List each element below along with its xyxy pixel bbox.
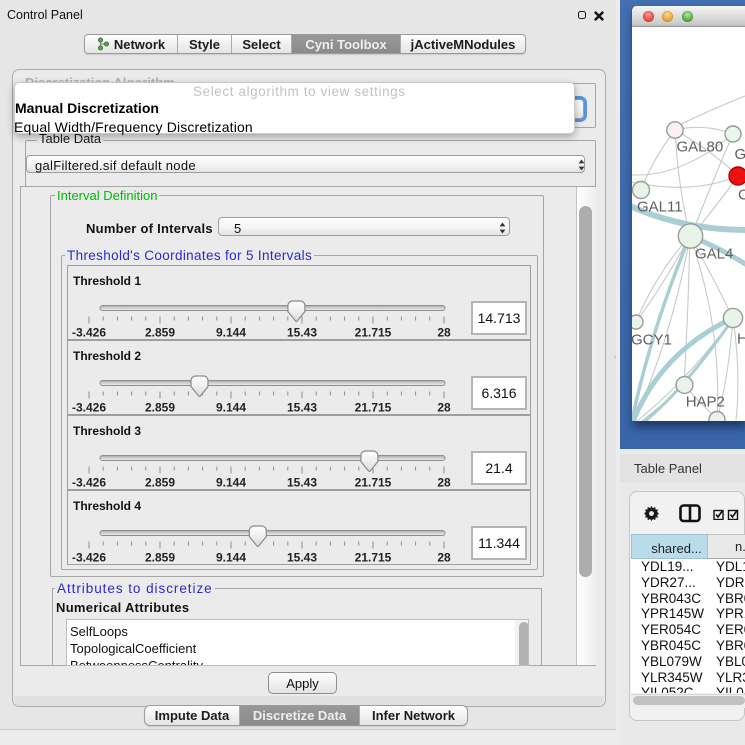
svg-text:28: 28 [437, 401, 451, 415]
svg-text:28: 28 [437, 326, 451, 340]
svg-text:-3.426: -3.426 [72, 476, 106, 490]
svg-text:15.43: 15.43 [287, 401, 317, 415]
svg-text:GAL80: GAL80 [677, 139, 724, 156]
svg-text:15.43: 15.43 [287, 326, 317, 340]
svg-text:CD: CD [738, 187, 745, 204]
svg-text:GAL: GAL [735, 146, 745, 163]
svg-text:28: 28 [437, 476, 451, 490]
svg-text:-3.426: -3.426 [72, 326, 106, 340]
svg-text:9.144: 9.144 [216, 401, 246, 415]
svg-text:21.715: 21.715 [355, 551, 392, 565]
svg-text:21.715: 21.715 [355, 326, 392, 340]
svg-text:HA: HA [737, 331, 745, 348]
svg-text:GAL11: GAL11 [637, 199, 683, 216]
svg-text:HAP2: HAP2 [686, 393, 725, 410]
svg-text:-3.426: -3.426 [72, 401, 106, 415]
svg-text:15.43: 15.43 [287, 476, 317, 490]
svg-text:2.859: 2.859 [145, 476, 175, 490]
svg-text:21.715: 21.715 [355, 401, 392, 415]
svg-text:9.144: 9.144 [216, 551, 246, 565]
svg-text:GCY1: GCY1 [632, 331, 672, 348]
svg-text:-3.426: -3.426 [72, 551, 106, 565]
svg-text:2.859: 2.859 [145, 326, 175, 340]
svg-text:9.144: 9.144 [216, 326, 246, 340]
svg-text:2.859: 2.859 [145, 551, 175, 565]
svg-text:28: 28 [437, 551, 451, 565]
svg-text:GAL4: GAL4 [695, 246, 733, 263]
svg-text:2.859: 2.859 [145, 401, 175, 415]
svg-text:9.144: 9.144 [216, 476, 246, 490]
svg-text:21.715: 21.715 [355, 476, 392, 490]
svg-text:15.43: 15.43 [287, 551, 317, 565]
